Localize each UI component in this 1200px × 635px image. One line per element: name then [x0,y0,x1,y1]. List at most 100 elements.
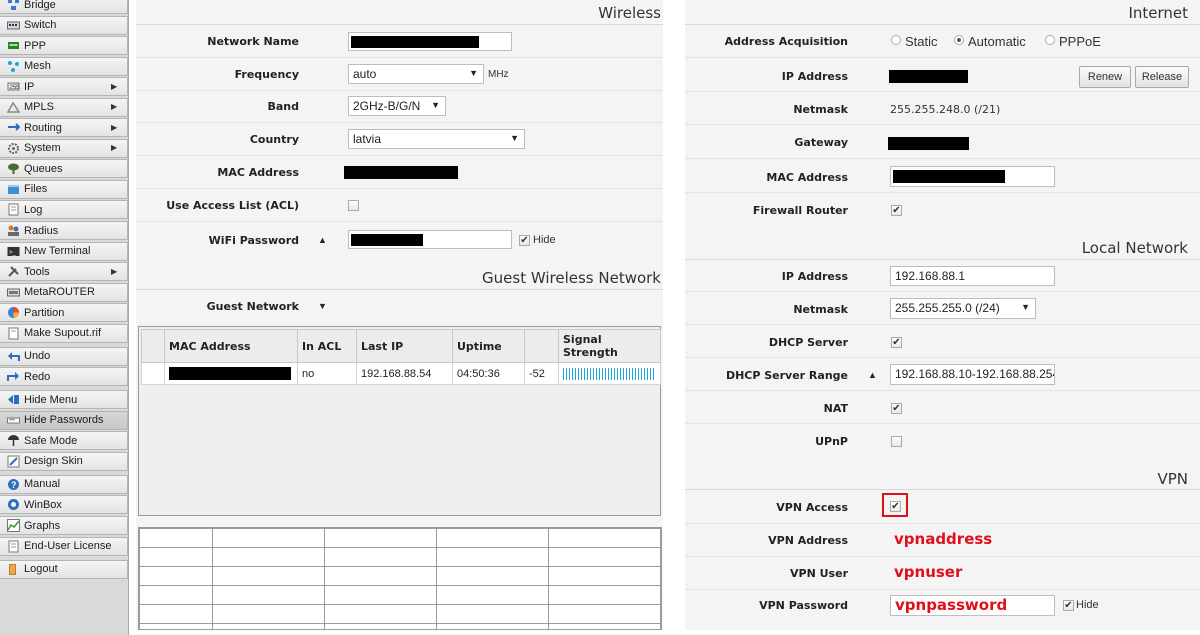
grid-cell [212,528,326,548]
queues-icon [6,162,20,175]
network-name-input[interactable] [348,32,512,51]
logout-icon [6,563,20,576]
sidebar-item-label: Graphs [24,519,61,532]
sidebar-item-ip[interactable]: 255 IP ▶ [0,77,128,97]
grid-row [139,623,661,629]
grid-cell [548,528,661,548]
sidebar-item-queues[interactable]: Queues [0,159,128,179]
local-ip-input[interactable]: 192.168.88.1 [890,266,1055,286]
table-header-last-ip[interactable]: Last IP [356,329,453,363]
sidebar-item-end-user-license[interactable]: End-User License [0,536,128,556]
vpn-access-label: VPN Access [776,501,848,514]
sidebar-item-log[interactable]: Log [0,200,128,220]
frequency-select[interactable]: auto ▼ [348,64,484,84]
submenu-arrow-icon: ▶ [111,81,118,91]
sidebar-item-files[interactable]: Files [0,179,128,199]
row-divider [136,90,663,91]
sidebar-item-make-supout-rif[interactable]: Make Supout.rif [0,323,128,343]
sidebar-item-mesh[interactable]: Mesh [0,56,128,76]
country-select[interactable]: latvia ▼ [348,129,525,149]
sidebar-item-label: Undo [24,350,51,363]
sidebar-item-tools[interactable]: Tools ▶ [0,262,128,282]
wifi-password-input[interactable] [348,230,512,249]
release-button[interactable]: Release [1135,66,1189,88]
internet-netmask-value: 255.255.248.0 (/21) [890,103,1001,116]
dropdown-arrow-icon: ▼ [1021,302,1030,312]
redacted-internet-mac [893,170,1005,183]
design-skin-icon [6,455,20,468]
vpn-password-input[interactable]: vpnpassword [890,595,1055,616]
grid-cell [548,604,661,624]
sidebar-item-design-skin[interactable]: Design Skin [0,451,128,471]
sidebar-item-hide-menu[interactable]: Hide Menu [0,390,128,410]
winbox-icon [6,498,20,511]
acq-automatic-radio[interactable] [954,35,964,45]
renew-button[interactable]: Renew [1079,66,1131,88]
wireless-section-title: Wireless [598,4,661,22]
internet-netmask-label: Netmask [793,103,848,116]
collapse-arrow-icon[interactable]: ▲ [868,370,877,380]
wifi-password-hide-checkbox[interactable]: ✔ [519,235,530,246]
frequency-unit: MHz [488,69,509,80]
expand-arrow-icon[interactable]: ▼ [318,301,327,311]
internet-mac-input[interactable] [890,166,1055,187]
dhcp-range-label: DHCP Server Range [725,369,848,382]
table-header-uptime[interactable]: Uptime [452,329,525,363]
dhcp-server-checkbox[interactable]: ✔ [891,337,902,348]
sidebar-item-bridge[interactable]: Bridge [0,0,128,14]
sidebar-item-safe-mode[interactable]: Safe Mode [0,431,128,451]
collapse-arrow-icon[interactable]: ▲ [318,235,327,245]
sidebar-item-hide-passwords[interactable]: *** Hide Passwords [0,410,128,430]
sidebar-item-metarouter[interactable]: MetaROUTER [0,282,128,302]
acq-pppoe-radio[interactable] [1045,35,1055,45]
table-header-signal-value[interactable] [524,329,559,363]
row-divider [685,91,1200,92]
sidebar-item-label: End-User License [24,540,112,553]
row-divider [685,57,1200,58]
table-header-signal-strength[interactable]: Signal Strength [558,329,661,363]
sidebar-item-mpls[interactable]: MPLS ▶ [0,97,128,117]
sidebar-item-label: Tools [24,265,50,278]
sidebar-item-manual[interactable]: ? Manual [0,474,128,494]
sidebar-item-system[interactable]: System ▶ [0,138,128,158]
sidebar-item-ppp[interactable]: PPP [0,36,128,56]
table-header-in-acl[interactable]: In ACL [297,329,357,363]
redacted-internet-ip [889,70,968,83]
acq-static-radio[interactable] [891,35,901,45]
vpn-access-checkbox[interactable]: ✔ [890,501,901,512]
svg-text:?: ? [11,480,17,490]
acq-automatic-label: Automatic [968,34,1026,49]
table-header-mac[interactable]: MAC Address [164,329,298,363]
nat-checkbox[interactable]: ✔ [891,403,902,414]
local-netmask-select[interactable]: 255.255.255.0 (/24) ▼ [890,298,1036,319]
dhcp-range-input[interactable]: 192.168.88.10-192.168.88.254 [890,364,1055,385]
band-select[interactable]: 2GHz-B/G/N ▼ [348,96,446,116]
firewall-router-checkbox[interactable]: ✔ [891,205,902,216]
sidebar-item-label: System [24,142,61,155]
grid-cell [324,547,438,567]
sidebar-item-partition[interactable]: Partition [0,303,128,323]
sidebar-item-winbox[interactable]: WinBox [0,495,128,515]
grid-cell [324,528,438,548]
sidebar-item-undo[interactable]: Undo [0,346,128,366]
table-row[interactable]: no 192.168.88.54 04:50:36 -52 [141,362,661,385]
grid-cell [548,547,661,567]
country-label: Country [249,133,299,146]
vpn-password-hide-checkbox[interactable]: ✔ [1063,600,1074,611]
acl-checkbox[interactable] [348,200,359,211]
sidebar-item-new-terminal[interactable]: >_ New Terminal [0,241,128,261]
sidebar-item-switch[interactable]: Switch [0,15,128,35]
grid-row [139,566,661,586]
upnp-checkbox[interactable] [891,436,902,447]
local-ip-label: IP Address [781,270,848,283]
sidebar-item-routing[interactable]: Routing ▶ [0,118,128,138]
sidebar-item-graphs[interactable]: Graphs [0,516,128,536]
sidebar-item-radius[interactable]: Radius [0,221,128,241]
sidebar-item-logout[interactable]: Logout [0,559,128,579]
manual-icon: ? [6,478,20,491]
sidebar-item-redo[interactable]: Redo [0,367,128,387]
divider [685,489,1200,490]
wifi-password-hide-label: Hide [533,234,556,246]
row-divider [136,221,663,222]
sidebar-item-label: Partition [24,306,65,319]
